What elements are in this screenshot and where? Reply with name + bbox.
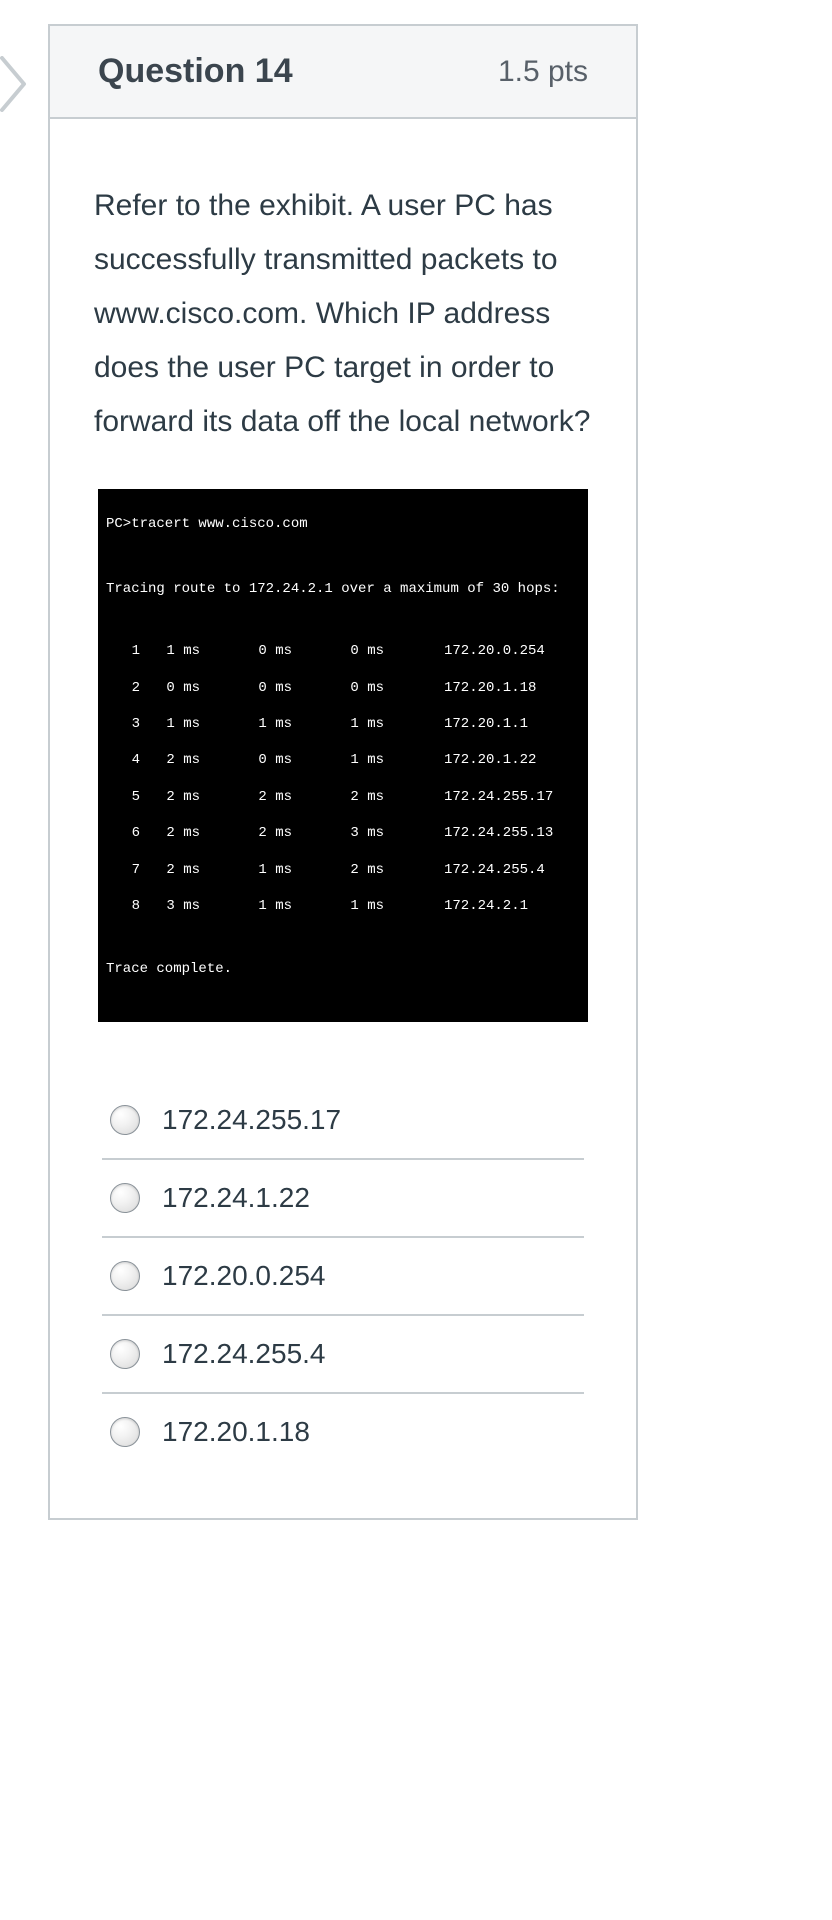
question-card: Question 14 1.5 pts Refer to the exhibit… <box>48 24 638 1520</box>
terminal-command: PC>tracert www.cisco.com <box>102 513 584 535</box>
answer-option[interactable]: 172.24.255.17 <box>102 1082 584 1160</box>
chevron-right-icon <box>0 56 28 112</box>
terminal-hop-row: 20 ms0 ms0 ms172.20.1.18 <box>102 679 584 697</box>
option-label: 172.20.0.254 <box>162 1260 326 1292</box>
answer-option[interactable]: 172.20.0.254 <box>102 1238 584 1316</box>
question-points: 1.5 pts <box>498 55 588 89</box>
radio-icon[interactable] <box>110 1417 140 1447</box>
option-label: 172.24.1.22 <box>162 1182 310 1214</box>
option-label: 172.20.1.18 <box>162 1416 310 1448</box>
terminal-hop-row: 42 ms0 ms1 ms172.20.1.22 <box>102 751 584 769</box>
terminal-complete: Trace complete. <box>102 958 584 980</box>
question-body: Refer to the exhibit. A user PC has succ… <box>50 119 636 1518</box>
terminal-exhibit: PC>tracert www.cisco.com Tracing route t… <box>98 489 588 1022</box>
terminal-hop-row: 31 ms1 ms1 ms172.20.1.1 <box>102 715 584 733</box>
radio-icon[interactable] <box>110 1183 140 1213</box>
question-text: Refer to the exhibit. A user PC has succ… <box>94 179 592 449</box>
radio-icon[interactable] <box>110 1105 140 1135</box>
answer-option[interactable]: 172.24.255.4 <box>102 1316 584 1394</box>
answer-options: 172.24.255.17 172.24.1.22 172.20.0.254 1… <box>102 1082 584 1470</box>
question-header: Question 14 1.5 pts <box>50 26 636 119</box>
terminal-hop-row: 52 ms2 ms2 ms172.24.255.17 <box>102 788 584 806</box>
question-title: Question 14 <box>98 52 293 91</box>
terminal-hop-row: 11 ms0 ms0 ms172.20.0.254 <box>102 642 584 660</box>
radio-icon[interactable] <box>110 1261 140 1291</box>
answer-option[interactable]: 172.24.1.22 <box>102 1160 584 1238</box>
radio-icon[interactable] <box>110 1339 140 1369</box>
answer-option[interactable]: 172.20.1.18 <box>102 1394 584 1470</box>
terminal-hop-row: 83 ms1 ms1 ms172.24.2.1 <box>102 897 584 915</box>
option-label: 172.24.255.4 <box>162 1338 326 1370</box>
terminal-hop-row: 72 ms1 ms2 ms172.24.255.4 <box>102 861 584 879</box>
option-label: 172.24.255.17 <box>162 1104 341 1136</box>
terminal-trace-header: Tracing route to 172.24.2.1 over a maxim… <box>102 578 584 600</box>
terminal-hop-row: 62 ms2 ms3 ms172.24.255.13 <box>102 824 584 842</box>
